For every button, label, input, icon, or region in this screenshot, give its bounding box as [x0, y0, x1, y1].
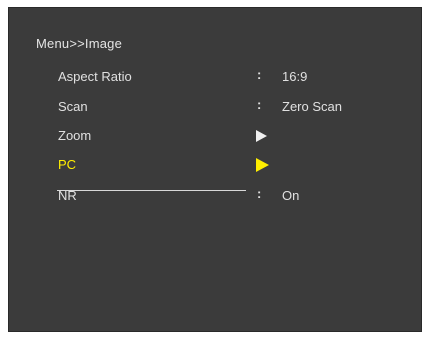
menu-item-label: NR — [58, 188, 77, 203]
right-triangle-icon — [256, 158, 269, 172]
menu-item-value: 16:9 — [282, 69, 308, 84]
menu-item-value: Zero Scan — [282, 99, 342, 114]
menu-item-label: Scan — [58, 99, 88, 114]
menu-item-label: PC — [58, 157, 77, 172]
menu-item-nr[interactable]: NR : On — [58, 186, 388, 206]
separator-colon: : — [257, 186, 262, 201]
breadcrumb: Menu>>Image — [36, 36, 123, 51]
menu-item-value: On — [282, 188, 300, 203]
right-triangle-icon — [256, 130, 267, 142]
osd-menu-panel: Menu>>Image Aspect Ratio : 16:9 Scan : Z… — [8, 7, 422, 332]
menu-item-zoom[interactable]: Zoom — [58, 126, 388, 146]
separator-colon: : — [257, 67, 262, 82]
separator-colon: : — [257, 97, 262, 112]
menu-item-pc[interactable]: PC — [58, 155, 388, 175]
menu-item-label: Zoom — [58, 128, 92, 143]
menu-item-aspect-ratio[interactable]: Aspect Ratio : 16:9 — [58, 67, 388, 87]
menu-item-scan[interactable]: Scan : Zero Scan — [58, 97, 388, 117]
menu-item-label: Aspect Ratio — [58, 69, 132, 84]
